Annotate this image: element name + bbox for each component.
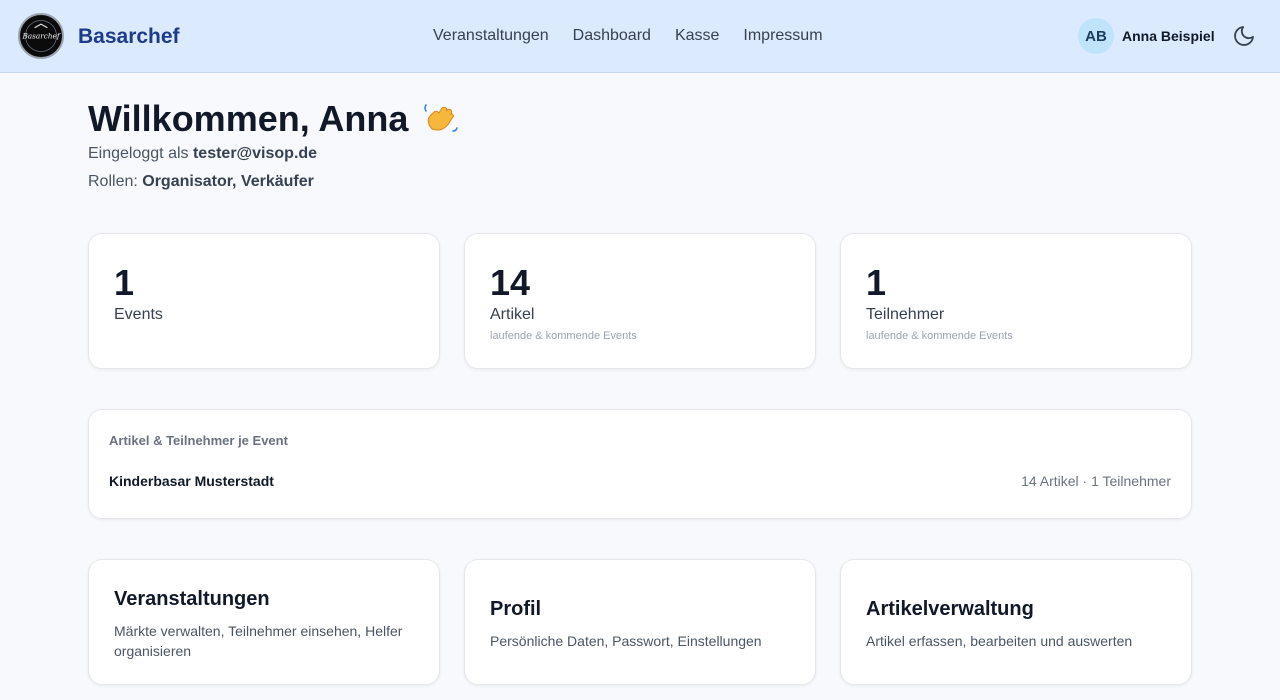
stat-card-events: 1 Events	[88, 233, 440, 369]
nav-dashboard[interactable]: Dashboard	[573, 27, 651, 45]
welcome-heading: Willkommen, Anna	[88, 98, 460, 140]
event-row-name[interactable]: Kinderbasar Musterstadt	[109, 473, 274, 489]
stat-label: Events	[114, 306, 163, 323]
stat-label: Artikel	[490, 306, 535, 323]
roles-value: Organisator, Verkäufer	[142, 173, 314, 190]
moon-icon[interactable]	[1232, 24, 1256, 48]
stat-value: 1	[866, 262, 887, 303]
logo-text: Basarchef	[21, 32, 60, 41]
stat-card-artikel: 14 Artikel laufende & kommende Events	[464, 233, 816, 369]
user-email: tester@visop.de	[192, 145, 318, 162]
stat-sub: laufende & kommende Events	[490, 330, 637, 342]
nav-impressum[interactable]: Impressum	[743, 27, 822, 45]
stat-value: 1	[114, 262, 135, 303]
top-header: Basarchef Basarchef Veranstaltungen Dash…	[0, 0, 1280, 73]
stat-sub: laufende & kommende Events	[866, 330, 1013, 342]
nav-veranstaltungen[interactable]: Veranstaltungen	[433, 27, 549, 45]
action-desc: Artikel erfassen, bearbeiten und auswert…	[866, 633, 1133, 649]
stat-value: 14	[490, 262, 531, 303]
action-title: Artikelverwaltung	[866, 598, 1034, 620]
roles-text: Rollen: Organisator, Verkäufer	[88, 173, 314, 191]
action-title: Veranstaltungen	[114, 588, 270, 610]
action-card-profil[interactable]: Profil Persönliche Daten, Passwort, Eins…	[464, 559, 816, 685]
nav-kasse[interactable]: Kasse	[675, 27, 719, 45]
roles-prefix: Rollen:	[88, 173, 143, 190]
welcome-title-text: Willkommen, Anna	[88, 98, 409, 139]
action-desc: Persönliche Daten, Passwort, Einstellung…	[490, 633, 762, 649]
action-desc: Märkte verwalten, Teilnehmer einsehen, H…	[114, 623, 403, 659]
brand-name[interactable]: Basarchef	[78, 25, 180, 49]
user-avatar[interactable]: AB	[1078, 18, 1114, 54]
stat-card-teilnehmer: 1 Teilnehmer laufende & kommende Events	[840, 233, 1192, 369]
event-row-stats: 14 Artikel · 1 Teilnehmer	[1021, 473, 1171, 489]
logged-in-text: Eingeloggt als tester@visop.de	[88, 145, 317, 163]
events-panel-title: Artikel & Teilnehmer je Event	[109, 433, 288, 448]
logged-in-prefix: Eingeloggt als	[88, 145, 193, 162]
wave-icon	[420, 99, 460, 139]
main-nav: Veranstaltungen Dashboard Kasse Impressu…	[433, 27, 847, 45]
logo-graphic: Basarchef	[21, 16, 61, 56]
action-title: Profil	[490, 598, 542, 620]
basarchef-logo[interactable]: Basarchef	[18, 13, 64, 59]
stat-label: Teilnehmer	[866, 306, 945, 323]
action-card-artikelverwaltung[interactable]: Artikelverwaltung Artikel erfassen, bear…	[840, 559, 1192, 685]
events-panel: Artikel & Teilnehmer je Event Kinderbasa…	[88, 409, 1192, 519]
action-card-veranstaltungen[interactable]: Veranstaltungen Märkte verwalten, Teilne…	[88, 559, 440, 685]
user-name[interactable]: Anna Beispiel	[1122, 28, 1215, 44]
